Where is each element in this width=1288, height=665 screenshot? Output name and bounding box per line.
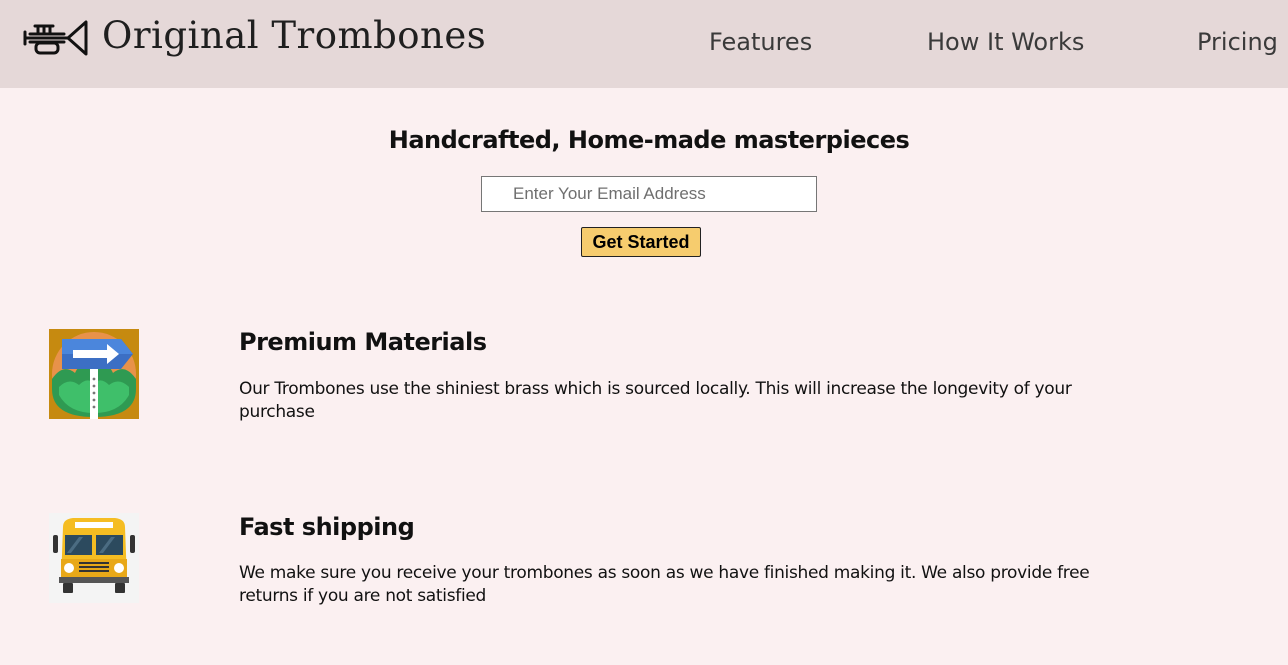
signpost-icon — [49, 329, 139, 419]
school-bus-icon — [49, 513, 139, 603]
brand-name: Original Trombones — [102, 14, 487, 57]
get-started-button[interactable]: Get Started — [581, 227, 701, 257]
feature-title: Fast shipping — [239, 513, 415, 541]
email-input[interactable] — [481, 176, 817, 212]
feature-title: Premium Materials — [239, 328, 487, 356]
feature-description: Our Trombones use the shiniest brass whi… — [239, 379, 1072, 422]
nav-link-how-it-works[interactable]: How It Works — [927, 26, 1084, 58]
feature-description: We make sure you receive your trombones … — [239, 563, 1090, 606]
hero-heading: Handcrafted, Home-made masterpieces — [388, 126, 910, 154]
nav-link-features[interactable]: Features — [709, 26, 812, 58]
site-header: Original Trombones Features How It Works… — [0, 0, 1288, 88]
logo[interactable]: Original Trombones — [22, 14, 486, 58]
nav-link-pricing[interactable]: Pricing — [1197, 26, 1278, 58]
trumpet-icon — [23, 20, 88, 56]
